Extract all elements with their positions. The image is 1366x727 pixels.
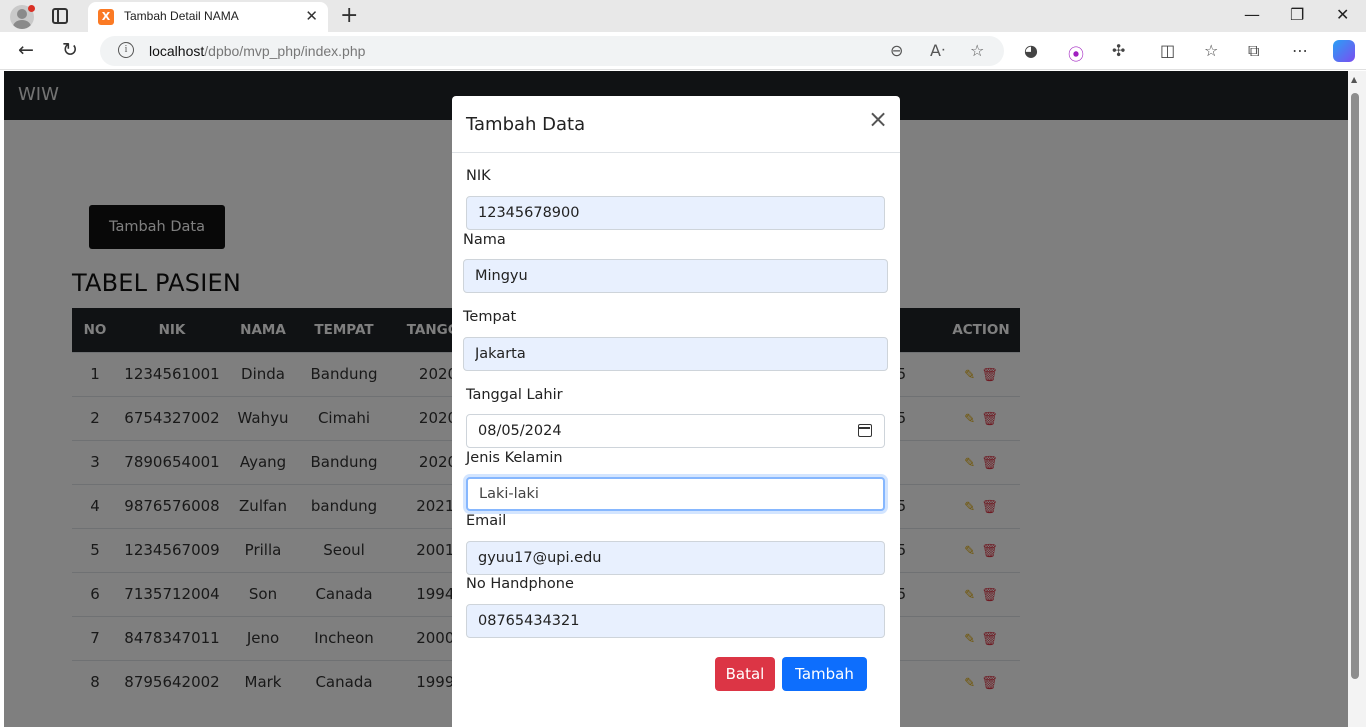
more-menu-icon[interactable]: ⋯ <box>1292 41 1308 60</box>
extension-globe-icon[interactable]: ◕ <box>1024 41 1038 60</box>
tab-close-icon[interactable]: ✕ <box>305 7 318 25</box>
extensions-puzzle-icon[interactable]: ✣ <box>1112 41 1125 60</box>
scrollbar-thumb[interactable] <box>1351 93 1359 679</box>
split-screen-icon[interactable]: ◫ <box>1160 41 1175 60</box>
copilot-icon[interactable] <box>1333 40 1355 62</box>
tanggal-lahir-field[interactable] <box>466 414 885 448</box>
nama-field[interactable] <box>463 259 888 293</box>
email-field[interactable] <box>466 541 885 575</box>
no-handphone-label: No Handphone <box>466 576 574 592</box>
cancel-button[interactable]: Batal <box>715 657 775 691</box>
back-arrow-icon[interactable]: ← <box>18 39 34 61</box>
browser-tab-strip: X Tambah Detail NAMA ✕ + — ❐ ✕ <box>0 0 1366 32</box>
url-text[interactable]: localhost/dpbo/mvp_php/index.php <box>149 43 365 59</box>
collections-icon[interactable]: ⧉ <box>1248 41 1259 61</box>
close-window-icon[interactable]: ✕ <box>1336 5 1349 24</box>
xampp-favicon-icon: X <box>98 9 114 25</box>
scroll-up-icon[interactable]: ▲ <box>1351 75 1357 84</box>
address-toolbar: ← ↻ i localhost/dpbo/mvp_php/index.php ⊖… <box>0 32 1366 70</box>
read-aloud-icon[interactable]: Aᐧ <box>930 41 945 60</box>
tab-title: Tambah Detail NAMA <box>124 9 239 23</box>
notification-dot <box>28 5 35 12</box>
email-label: Email <box>466 513 507 529</box>
new-tab-icon[interactable]: + <box>340 3 358 28</box>
nik-field[interactable] <box>466 196 885 230</box>
url-bar[interactable]: i localhost/dpbo/mvp_php/index.php ⊖ Aᐧ … <box>100 36 1004 66</box>
calendar-icon[interactable] <box>858 424 872 437</box>
minimize-icon[interactable]: — <box>1244 5 1260 24</box>
add-data-modal: Tambah Data × NIK Nama Tempat Tanggal La… <box>452 96 900 727</box>
site-info-icon[interactable]: i <box>118 42 134 58</box>
modal-header: Tambah Data × <box>452 96 900 153</box>
tempat-label: Tempat <box>463 309 517 325</box>
page-scrollbar[interactable]: ▲ <box>1348 71 1366 727</box>
tempat-field[interactable] <box>463 337 888 371</box>
reload-icon[interactable]: ↻ <box>62 39 78 61</box>
jenis-kelamin-label: Jenis Kelamin <box>466 450 563 466</box>
tanggal-lahir-label: Tanggal Lahir <box>466 387 563 403</box>
no-handphone-field[interactable] <box>466 604 885 638</box>
nama-label: Nama <box>463 232 506 248</box>
modal-close-icon[interactable]: × <box>868 105 888 133</box>
restore-icon[interactable]: ❐ <box>1290 5 1304 24</box>
nik-label: NIK <box>466 168 491 184</box>
modal-title: Tambah Data <box>466 114 586 135</box>
favorite-star-icon[interactable]: ☆ <box>970 41 984 60</box>
browser-tab-active[interactable]: X Tambah Detail NAMA ✕ <box>88 2 328 32</box>
tab-actions-icon[interactable] <box>52 8 68 24</box>
extension-broadcast-icon[interactable]: ⦿ <box>1068 41 1084 65</box>
jenis-kelamin-field[interactable] <box>466 477 885 511</box>
submit-button[interactable]: Tambah <box>782 657 867 691</box>
page-content: WIW Tambah Data TABEL PASIEN NO NIK NAMA… <box>4 71 1348 727</box>
zoom-icon[interactable]: ⊖ <box>890 41 903 60</box>
favorites-icon[interactable]: ☆ <box>1204 41 1218 60</box>
